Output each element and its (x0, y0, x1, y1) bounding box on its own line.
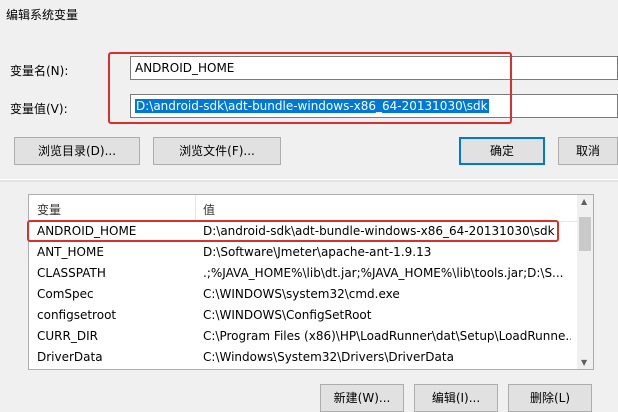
variable-value-label: 变量值(V): (10, 102, 68, 116)
row-value: C:\WINDOWS\ConfigSetRoot (203, 308, 372, 322)
scroll-up-arrow-icon[interactable]: ▲ (581, 197, 587, 206)
ok-button[interactable]: 确定 (459, 137, 545, 165)
dialog-title: 编辑系统变量 (6, 8, 79, 22)
row-value: C:\Program Files (x86)\HP\LoadRunner\dat… (203, 329, 571, 343)
table-row[interactable]: DriverData C:\Windows\System32\Drivers\D… (29, 347, 577, 368)
variable-name-label: 变量名(N): (10, 64, 69, 78)
table-row[interactable]: ANT_HOME D:\Software\Jmeter\apache-ant-1… (29, 242, 577, 263)
cancel-button[interactable]: 取消 (558, 137, 618, 165)
row-name: CURR_DIR (37, 329, 98, 343)
table-row[interactable]: ComSpec C:\WINDOWS\system32\cmd.exe (29, 284, 577, 305)
scrollbar-thumb[interactable] (579, 217, 591, 251)
row-value: C:\WINDOWS\system32\cmd.exe (203, 287, 400, 301)
row-name: CLASSPATH (37, 266, 106, 280)
table-row[interactable]: CURR_DIR C:\Program Files (x86)\HP\LoadR… (29, 326, 577, 347)
row-name: configsetroot (37, 308, 117, 322)
list-header: 变量 值 (29, 195, 577, 222)
browse-directory-button[interactable]: 浏览目录(D)... (14, 137, 140, 165)
scroll-down-arrow-icon[interactable]: ▼ (581, 358, 587, 367)
highlight-box-row (27, 220, 559, 242)
table-row[interactable]: configsetroot C:\WINDOWS\ConfigSetRoot (29, 305, 577, 326)
column-header-variable[interactable]: 变量 (37, 201, 61, 218)
column-header-value[interactable]: 值 (203, 201, 215, 218)
row-value: C:\Windows\System32\Drivers\DriverData (203, 350, 454, 364)
row-name: DriverData (37, 350, 103, 364)
browse-file-button[interactable]: 浏览文件(F)... (153, 137, 281, 165)
row-name: ComSpec (37, 287, 94, 301)
row-name: ANT_HOME (37, 245, 104, 259)
dialog-edge (0, 179, 618, 182)
highlight-box-inputs (108, 52, 512, 124)
table-row[interactable]: CLASSPATH .;%JAVA_HOME%\lib\dt.jar;%JAVA… (29, 263, 577, 284)
column-separator[interactable] (195, 195, 196, 221)
vertical-scrollbar[interactable]: ▲ ▼ (577, 195, 593, 369)
row-value: D:\Software\Jmeter\apache-ant-1.9.13 (203, 245, 432, 259)
row-value: .;%JAVA_HOME%\lib\dt.jar;%JAVA_HOME%\lib… (203, 266, 564, 280)
